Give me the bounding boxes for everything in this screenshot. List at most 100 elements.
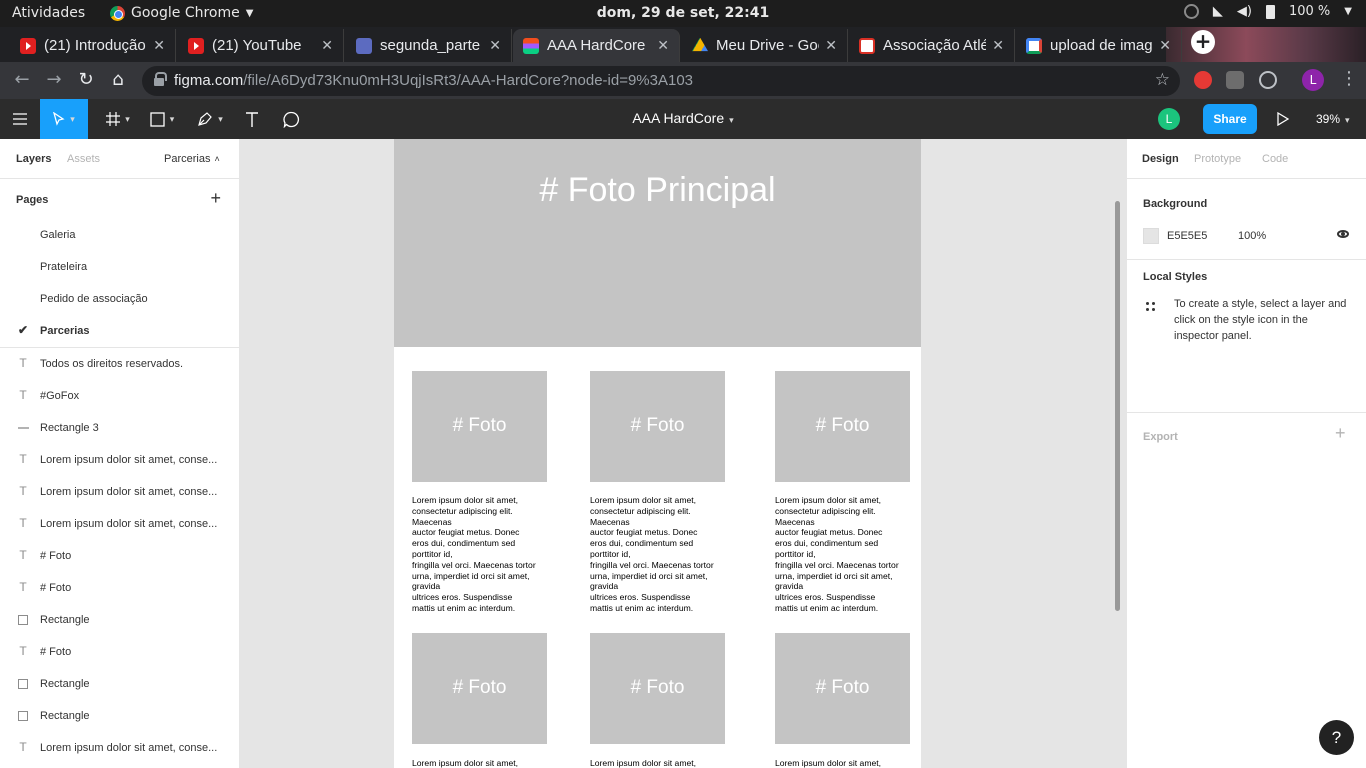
extension-icon[interactable]: [1259, 71, 1277, 89]
shape-tool[interactable]: ▾: [142, 99, 182, 139]
browser-tab[interactable]: upload de imag ✕: [1016, 29, 1182, 62]
layer-row[interactable]: T # Foto: [0, 540, 239, 572]
close-icon[interactable]: ✕: [825, 37, 837, 54]
close-icon[interactable]: ✕: [657, 37, 669, 54]
layer-row[interactable]: T Lorem ipsum dolor sit amet, conse...: [0, 444, 239, 476]
card-description[interactable]: Lorem ipsum dolor sit amet,: [412, 758, 552, 768]
system-tray[interactable]: ◣ ◀) 100 % ▼: [1183, 4, 1352, 19]
help-button[interactable]: ?: [1319, 720, 1354, 755]
page-label: Parcerias: [40, 325, 90, 337]
photo-placeholder[interactable]: # Foto: [590, 633, 725, 744]
photo-placeholder[interactable]: # Foto: [775, 633, 910, 744]
photo-placeholder[interactable]: # Foto: [412, 371, 547, 482]
background-opacity-value[interactable]: 100%: [1238, 230, 1266, 242]
youtube-icon: [20, 37, 36, 54]
file-name-menu[interactable]: AAA HardCore ▾: [632, 110, 733, 126]
close-icon[interactable]: ✕: [992, 37, 1004, 54]
layer-row[interactable]: Rectangle: [0, 668, 239, 700]
layer-label: # Foto: [40, 550, 72, 562]
card-description[interactable]: Lorem ipsum dolor sit amet, consectetur …: [775, 495, 915, 614]
layer-label: Lorem ipsum dolor sit amet, conse...: [40, 454, 218, 466]
add-page-icon[interactable]: +: [210, 188, 221, 209]
photo-label: # Foto: [452, 677, 507, 698]
layer-row[interactable]: T # Foto: [0, 636, 239, 668]
main-menu-icon[interactable]: [0, 99, 40, 139]
close-icon[interactable]: ✕: [489, 37, 501, 54]
photo-placeholder[interactable]: # Foto: [590, 371, 725, 482]
zoom-menu[interactable]: 39% ▾: [1316, 112, 1350, 126]
frame-tool[interactable]: ▾: [98, 99, 138, 139]
browser-tab[interactable]: segunda_parte ✕: [346, 29, 512, 62]
layer-label: Rectangle: [40, 678, 90, 690]
extension-icon[interactable]: [1194, 71, 1212, 89]
reload-icon[interactable]: ↻: [74, 69, 98, 93]
back-arrow-icon[interactable]: ←: [10, 69, 34, 93]
layer-row[interactable]: Rectangle: [0, 604, 239, 636]
close-icon[interactable]: ✕: [1159, 37, 1171, 54]
app-menu[interactable]: Google Chrome ▼: [110, 5, 253, 21]
browser-tab[interactable]: Meu Drive - Goo ✕: [682, 29, 848, 62]
page-item[interactable]: Pedido de associação: [0, 283, 239, 315]
page-frame[interactable]: # Foto Principal # Foto # Foto # Foto Lo…: [394, 139, 921, 768]
text-layer-icon: T: [19, 580, 27, 594]
canvas-scrollbar[interactable]: [1115, 201, 1120, 611]
share-button[interactable]: Share: [1203, 104, 1257, 134]
page-item-current[interactable]: ✔ Parcerias: [0, 315, 239, 347]
card-description[interactable]: Lorem ipsum dolor sit amet,: [590, 758, 730, 768]
new-tab-button[interactable]: +: [1191, 30, 1215, 54]
extension-icon[interactable]: [1226, 71, 1244, 89]
local-styles-section: Local Styles To create a style, select a…: [1127, 260, 1366, 413]
browser-tab[interactable]: Associação Atlé ✕: [849, 29, 1015, 62]
layer-row[interactable]: T Todos os direitos reservados.: [0, 348, 239, 380]
page-item[interactable]: Galeria: [0, 219, 239, 251]
photo-placeholder[interactable]: # Foto: [775, 371, 910, 482]
card-description[interactable]: Lorem ipsum dolor sit amet, consectetur …: [412, 495, 552, 614]
browser-tab[interactable]: (21) YouTube ✕: [178, 29, 344, 62]
layer-row[interactable]: Rectangle: [0, 700, 239, 732]
page-item[interactable]: Prateleira: [0, 251, 239, 283]
main-photo-placeholder[interactable]: # Foto Principal: [394, 139, 921, 347]
pen-tool[interactable]: ▾: [190, 99, 230, 139]
forward-arrow-icon[interactable]: →: [42, 69, 66, 93]
add-export-icon[interactable]: +: [1335, 423, 1346, 444]
text-tool[interactable]: [238, 99, 266, 139]
frame-icon: [106, 112, 121, 126]
tab-design[interactable]: Design: [1142, 153, 1179, 165]
layer-row[interactable]: T Lorem ipsum dolor sit amet, conse...: [0, 508, 239, 540]
user-avatar[interactable]: L: [1158, 108, 1180, 130]
activities-button[interactable]: Atividades: [12, 5, 85, 21]
address-bar[interactable]: figma.com/file/A6Dyd73Knu0mH3UqjIsRt3/AA…: [142, 66, 1180, 96]
home-icon[interactable]: ⌂: [106, 69, 130, 93]
layer-row[interactable]: T Lorem ipsum dolor sit amet, conse...: [0, 476, 239, 508]
close-icon[interactable]: ✕: [321, 37, 333, 54]
tab-prototype[interactable]: Prototype: [1194, 153, 1241, 165]
rectangle-icon: [150, 111, 165, 127]
tab-code[interactable]: Code: [1262, 153, 1288, 165]
layer-row[interactable]: T # Foto: [0, 572, 239, 604]
page-label: Prateleira: [40, 261, 88, 273]
more-vert-icon[interactable]: ⋮: [1340, 68, 1358, 89]
current-page-dropdown[interactable]: Parcerias ˄: [164, 153, 220, 165]
browser-tab-active[interactable]: AAA HardCore ✕: [513, 29, 680, 62]
layer-row[interactable]: T Lorem ipsum dolor sit amet, conse...: [0, 732, 239, 764]
card-description[interactable]: Lorem ipsum dolor sit amet, consectetur …: [590, 495, 730, 614]
bookmark-star-icon[interactable]: ☆: [1155, 70, 1170, 90]
layer-row[interactable]: Rectangle 3: [0, 412, 239, 444]
card-description[interactable]: Lorem ipsum dolor sit amet,: [775, 758, 915, 768]
page-label: Pedido de associação: [40, 293, 148, 305]
left-panel-tabs: Layers Assets Parcerias ˄: [0, 139, 239, 179]
comment-tool[interactable]: [276, 99, 306, 139]
move-tool[interactable]: ▾: [40, 99, 88, 139]
profile-avatar[interactable]: L: [1302, 69, 1324, 91]
layer-row[interactable]: T #GoFox: [0, 380, 239, 412]
background-color-value[interactable]: E5E5E5: [1167, 230, 1207, 242]
photo-placeholder[interactable]: # Foto: [412, 633, 547, 744]
tab-layers[interactable]: Layers: [16, 153, 51, 165]
background-color-swatch[interactable]: [1143, 228, 1159, 244]
present-play-icon[interactable]: [1277, 111, 1290, 131]
browser-tab[interactable]: (21) Introdução ✕: [10, 29, 176, 62]
tab-assets[interactable]: Assets: [67, 153, 100, 165]
close-icon[interactable]: ✕: [153, 37, 165, 54]
design-canvas[interactable]: # Foto Principal # Foto # Foto # Foto Lo…: [240, 139, 1126, 768]
visibility-eye-icon[interactable]: [1337, 230, 1349, 238]
